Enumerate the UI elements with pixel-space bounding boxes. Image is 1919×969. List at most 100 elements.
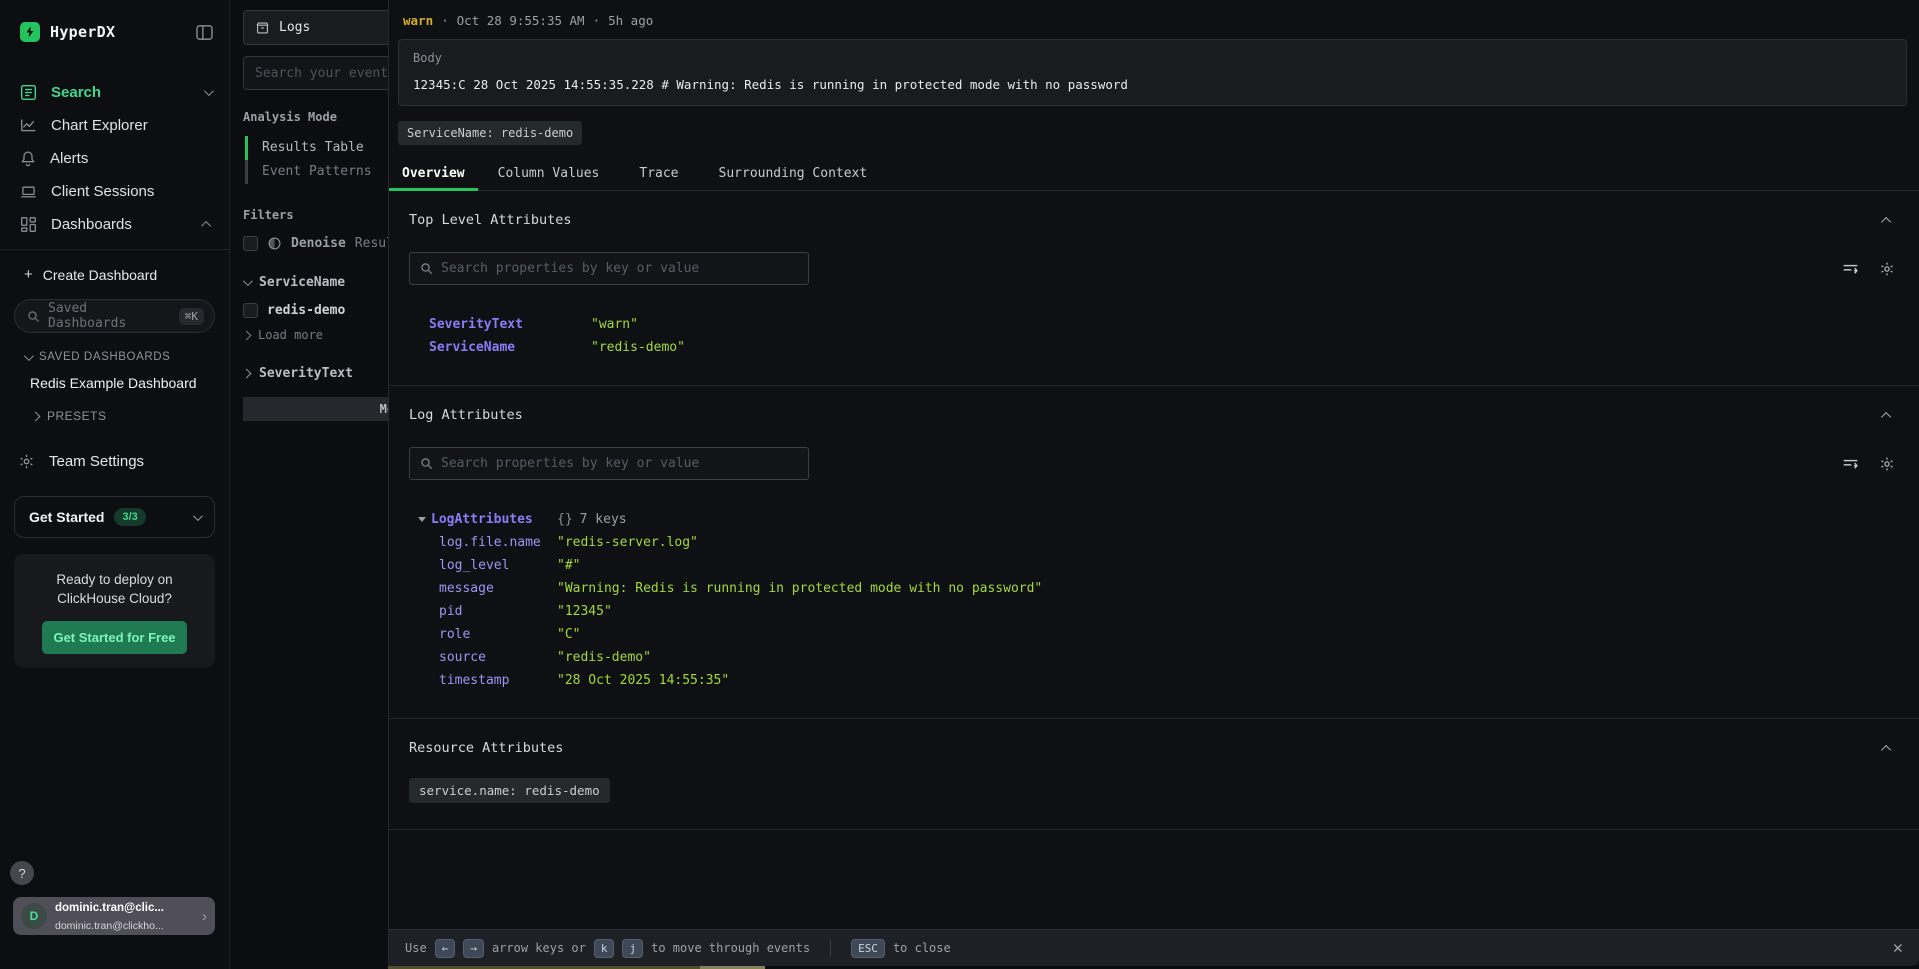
sidebar-item-dashboards[interactable]: Dashboards <box>0 208 229 241</box>
attr-key[interactable]: role <box>439 623 557 646</box>
property-search-input[interactable] <box>441 456 798 471</box>
avatar: D <box>21 903 47 929</box>
get-started-free-button[interactable]: Get Started for Free <box>42 621 187 654</box>
right-arrow-keycap: → <box>463 939 484 958</box>
attr-value[interactable]: "12345" <box>557 600 1899 623</box>
chevron-down-icon <box>243 276 253 286</box>
sidebar-item-alerts[interactable]: Alerts <box>0 142 229 175</box>
chevron-right-icon <box>242 330 252 340</box>
event-relative-time: 5h ago <box>608 13 653 28</box>
wrap-lines-icon[interactable] <box>1842 457 1859 471</box>
chevron-down-icon <box>193 511 203 521</box>
create-dashboard-button[interactable]: + Create Dashboard <box>0 250 229 289</box>
get-started-toggle[interactable]: Get Started 3/3 <box>14 496 215 538</box>
tab-trace[interactable]: Trace <box>619 159 698 190</box>
attr-row: log.file.name "redis-server.log" <box>439 531 1899 554</box>
help-button[interactable]: ? <box>10 861 34 885</box>
collapse-sidebar-icon[interactable] <box>196 25 213 40</box>
section-tools <box>1842 261 1895 277</box>
team-settings-label: Team Settings <box>49 453 144 470</box>
attr-key[interactable]: ServiceName <box>429 336 591 359</box>
attr-value[interactable]: "Warning: Redis is running in protected … <box>557 577 1899 600</box>
denoise-icon <box>267 236 282 251</box>
footer-text: Use <box>405 941 427 955</box>
sidebar-item-redis-dashboard[interactable]: Redis Example Dashboard <box>0 363 229 391</box>
collapse-section-icon[interactable] <box>1881 744 1891 754</box>
saved-dashboards-section[interactable]: SAVED DASHBOARDS <box>0 333 229 363</box>
attr-value[interactable]: "#" <box>557 554 1899 577</box>
sidebar-item-team-settings[interactable]: Team Settings <box>0 423 229 470</box>
attr-key[interactable]: timestamp <box>439 669 557 692</box>
user-menu[interactable]: D dominic.tran@clic... dominic.tran@clic… <box>13 897 215 935</box>
load-more-label: Load more <box>258 328 323 342</box>
close-icon[interactable]: ✕ <box>1893 938 1903 958</box>
footer-text: arrow keys or <box>492 941 586 955</box>
attr-value[interactable]: "28 Oct 2025 14:55:35" <box>557 669 1899 692</box>
sidebar-item-chart-explorer[interactable]: Chart Explorer <box>0 109 229 142</box>
user-email: dominic.tran@clickho... <box>55 920 164 932</box>
sidebar-item-search[interactable]: Search <box>0 76 229 109</box>
footer-text: to move through events <box>651 941 810 955</box>
severity-badge: warn <box>403 13 433 28</box>
wrap-lines-icon[interactable] <box>1842 262 1859 276</box>
attr-value[interactable]: "redis-demo" <box>557 646 1899 669</box>
attr-row: pid "12345" <box>439 600 1899 623</box>
attr-row: timestamp "28 Oct 2025 14:55:35" <box>439 669 1899 692</box>
cloud-card-line2: ClickHouse Cloud? <box>26 589 203 608</box>
get-started-progress-badge: 3/3 <box>114 508 145 526</box>
logo-row: HyperDX <box>0 0 229 42</box>
collapse-section-icon[interactable] <box>1881 216 1891 226</box>
denoise-checkbox[interactable] <box>243 236 258 251</box>
facet-name: ServiceName <box>259 275 345 290</box>
plus-icon: + <box>24 266 33 283</box>
redis-demo-checkbox[interactable] <box>243 303 258 318</box>
facet-option-label: redis-demo <box>267 303 345 318</box>
tab-column-values[interactable]: Column Values <box>478 159 620 190</box>
chevron-right-icon: › <box>202 908 207 925</box>
section-search-row <box>409 447 1899 480</box>
tab-overview[interactable]: Overview <box>389 159 478 190</box>
attr-parent-key[interactable]: LogAttributes <box>418 508 557 531</box>
sidebar: HyperDX Search Chart Explorer <box>0 0 230 969</box>
caret-down-icon <box>418 517 426 522</box>
presets-section[interactable]: PRESETS <box>0 391 229 423</box>
search-icon <box>420 457 433 470</box>
hyperdx-logo-icon <box>20 22 40 42</box>
search-icon <box>420 262 433 275</box>
saved-dashboards-search[interactable]: Saved Dashboards ⌘K <box>14 299 215 333</box>
sidebar-item-client-sessions[interactable]: Client Sessions <box>0 175 229 208</box>
search-icon <box>27 310 40 323</box>
dashboards-grid-icon <box>20 216 37 233</box>
attr-value[interactable]: "redis-demo" <box>591 336 1899 359</box>
attr-parent-row: LogAttributes {}7 keys <box>418 508 1899 531</box>
gear-icon[interactable] <box>1879 456 1895 472</box>
attr-value[interactable]: "C" <box>557 623 1899 646</box>
tab-surrounding-context[interactable]: Surrounding Context <box>699 159 888 190</box>
gear-icon <box>18 453 35 470</box>
property-search-input[interactable] <box>441 261 798 276</box>
attr-key[interactable]: source <box>439 646 557 669</box>
cmd-k-shortcut: ⌘K <box>179 308 204 325</box>
j-keycap: j <box>622 939 643 958</box>
property-search[interactable] <box>409 252 809 285</box>
attr-row: log_level "#" <box>439 554 1899 577</box>
attr-row: source "redis-demo" <box>439 646 1899 669</box>
collapse-section-icon[interactable] <box>1881 411 1891 421</box>
detail-tabs: Overview Column Values Trace Surrounding… <box>389 159 1919 191</box>
section-title: Top Level Attributes <box>409 212 572 228</box>
presets-label: PRESETS <box>47 409 107 423</box>
attr-key[interactable]: pid <box>439 600 557 623</box>
property-search[interactable] <box>409 447 809 480</box>
attr-value[interactable]: "redis-server.log" <box>557 531 1899 554</box>
sidebar-item-label: Client Sessions <box>51 183 154 200</box>
resource-attribute-tag[interactable]: service.name: redis-demo <box>409 778 610 803</box>
attr-key[interactable]: log_level <box>439 554 557 577</box>
attr-key[interactable]: message <box>439 577 557 600</box>
attr-key[interactable]: SeverityText <box>429 313 591 336</box>
service-name-tag[interactable]: ServiceName: redis-demo <box>398 121 582 145</box>
clickhouse-cloud-card: Ready to deploy on ClickHouse Cloud? Get… <box>14 554 215 668</box>
gear-icon[interactable] <box>1879 261 1895 277</box>
attr-value[interactable]: "warn" <box>591 313 1899 336</box>
section-header: Resource Attributes <box>409 740 1899 756</box>
attr-key[interactable]: log.file.name <box>439 531 557 554</box>
